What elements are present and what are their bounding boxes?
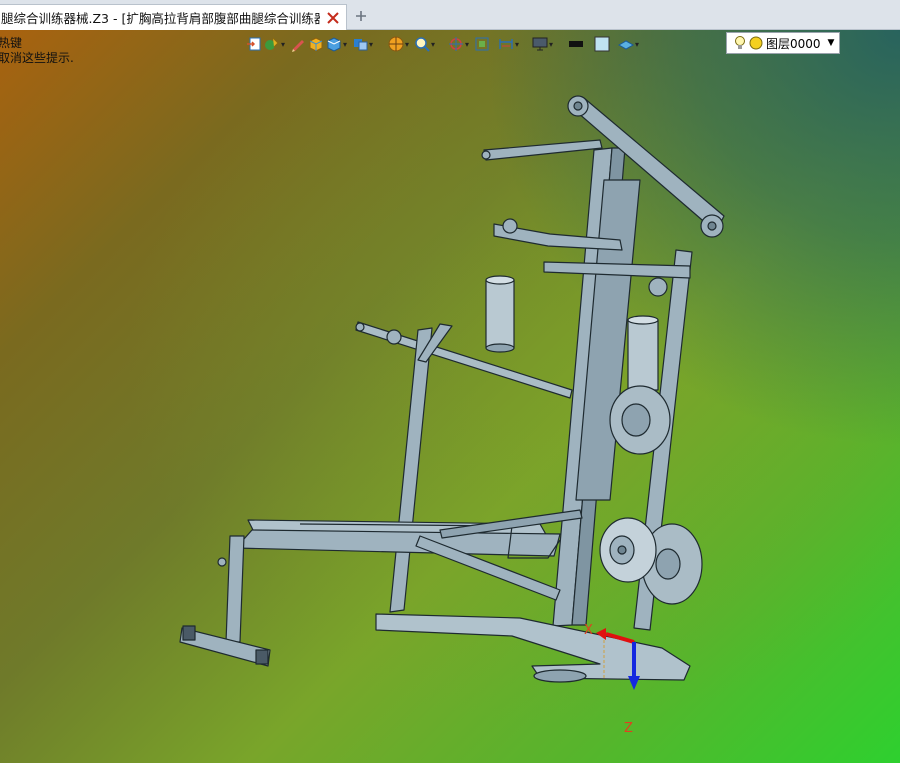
layer-tool-icon: [618, 40, 634, 50]
display-button[interactable]: ▾: [532, 34, 556, 54]
layer-tool-button[interactable]: ▾: [618, 34, 642, 54]
chevron-down-icon: ▼: [827, 38, 835, 48]
chevron-down-icon: ▾: [465, 39, 470, 49]
tab-bar: 腿综合训练器械.Z3 - [扩胸高拉背肩部腹部曲腿综合训练器械]: [0, 0, 900, 30]
view-cube-button[interactable]: ▾: [352, 34, 376, 54]
solid-icon: [327, 37, 341, 52]
tab-title: 腿综合训练器械.Z3 - [扩胸高拉背肩部腹部曲腿综合训练器械]: [1, 11, 320, 26]
fit-view-button[interactable]: [474, 34, 490, 54]
box-button[interactable]: [308, 34, 324, 54]
target-icon: [449, 37, 463, 51]
blue-color-icon: [594, 36, 610, 52]
dimension-icon: [499, 39, 513, 49]
chevron-down-icon: ▾: [515, 39, 520, 49]
side-pulley: [648, 277, 668, 297]
view-cube-icon: [354, 39, 368, 51]
close-icon[interactable]: [320, 5, 346, 31]
lat-bar: [483, 139, 603, 161]
z-axis-label: Z: [624, 721, 633, 736]
line-color-button[interactable]: [568, 34, 584, 54]
fit-view-icon: [475, 37, 489, 51]
render-sphere-icon: [388, 36, 404, 52]
target-button[interactable]: ▾: [448, 34, 472, 54]
pencil-icon: [292, 40, 304, 52]
import-icon: [247, 37, 261, 51]
chevron-down-icon: ▾: [635, 39, 640, 49]
bulb-icon: [735, 36, 745, 49]
monitor-icon: [532, 37, 548, 51]
hint-line-1: 置热键: [0, 36, 23, 50]
chevron-down-icon: ▾: [343, 39, 348, 49]
3d-viewport[interactable]: 置热键 来取消这些提示. ▾ ▾ ▾ ▾ ▾: [0, 30, 900, 763]
plus-icon[interactable]: [352, 6, 370, 26]
layer-name: 图层0000: [766, 36, 821, 51]
fitness-machine-model[interactable]: X Z: [0, 30, 900, 763]
right-weight-cylinder: [627, 319, 659, 391]
black-color-icon: [569, 41, 583, 47]
zoom-button[interactable]: ▾: [414, 34, 438, 54]
chevron-down-icon: ▾: [281, 39, 286, 49]
view-toolbar: ▾ ▾ ▾ ▾ ▾ ▾ ▾ ▾ ▾: [246, 33, 644, 55]
sun-icon: [749, 36, 763, 50]
left-weight-cylinder: [485, 279, 515, 349]
bench-upright: [389, 327, 433, 613]
chevron-down-icon: ▾: [431, 39, 436, 49]
chevron-down-icon: ▾: [549, 39, 554, 49]
zoom-icon: [415, 37, 430, 52]
chevron-down-icon: ▾: [405, 39, 410, 49]
import-button[interactable]: [246, 34, 262, 54]
chevron-down-icon: ▾: [369, 39, 374, 49]
solid-button[interactable]: ▾: [326, 34, 350, 54]
face-color-button[interactable]: [594, 34, 610, 54]
box-icon: [309, 37, 323, 52]
sketch-button[interactable]: ▾: [264, 34, 288, 54]
pencil-button[interactable]: [290, 34, 306, 54]
cross-brace: [543, 261, 691, 279]
sketch-icon: [265, 37, 279, 50]
document-tab[interactable]: 腿综合训练器械.Z3 - [扩胸高拉背肩部腹部曲腿综合训练器械]: [0, 4, 347, 30]
render-button[interactable]: ▾: [388, 34, 412, 54]
hint-line-2: 来取消这些提示.: [0, 51, 74, 65]
dimension-button[interactable]: ▾: [498, 34, 522, 54]
hotkey-hint: 置热键 来取消这些提示.: [0, 36, 74, 66]
layer-dropdown[interactable]: 图层0000 ▼: [726, 32, 840, 54]
x-axis-label: X: [584, 623, 593, 638]
leg-curl-post: [225, 535, 245, 643]
